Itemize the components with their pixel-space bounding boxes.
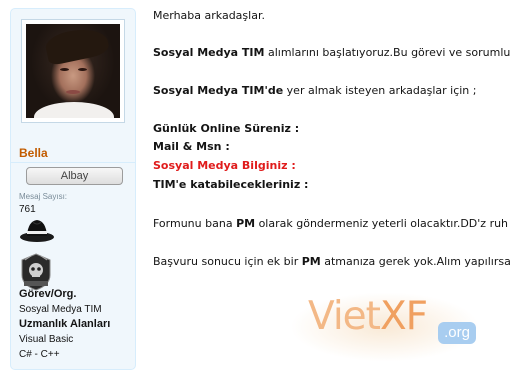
form-field-mail-msn: Mail & Msn : — [153, 140, 230, 153]
greeting-line: Merhaba arkadaşlar. — [153, 9, 265, 22]
invitation-text: yer almak isteyen arkadaşlar için ; — [283, 84, 477, 97]
form-instruction-pm: PM — [236, 217, 256, 230]
form-field-contribution: TIM'e katabilecekleriniz : — [153, 178, 309, 191]
announcement-line: Sosyal Medya TIM alımlarını başlatıyoruz… — [153, 46, 510, 59]
field-title-expertise: Uzmanlık Alanları — [19, 318, 111, 330]
form-instruction-text-2: olarak göndermeniz yeterli olacaktır.DD'… — [255, 217, 509, 230]
form-field-social-media: Sosyal Medya Bilginiz : — [153, 159, 296, 172]
form-instruction-text-1: Formunu bana — [153, 217, 237, 230]
avatar-image — [26, 24, 120, 118]
application-note-text-1: Başvuru sonucu için ek bir — [153, 255, 302, 268]
user-info-panel: Bella Albay Mesaj Sayısı: 761 Görev/Org.… — [10, 8, 136, 370]
application-note-line: Başvuru sonucu için ek bir PM atmanıza g… — [153, 255, 511, 268]
field-title-role: Görev/Org. — [19, 288, 77, 300]
field-value-role: Sosyal Medya TIM — [19, 304, 102, 315]
message-count: 761 — [19, 204, 36, 215]
form-field-online-time: Günlük Online Süreniz : — [153, 122, 300, 135]
announcement-bold: Sosyal Medya TIM — [153, 46, 265, 59]
field-value-expertise-2: C# - C++ — [19, 349, 60, 360]
message-count-label: Mesaj Sayısı: — [19, 192, 68, 201]
avatar[interactable] — [21, 19, 125, 123]
site-watermark: VietXF .org — [290, 282, 490, 372]
rank-badge: Albay — [26, 167, 123, 185]
watermark-tld: .org — [438, 322, 476, 344]
invitation-line: Sosyal Medya TIM'de yer almak isteyen ar… — [153, 84, 476, 97]
form-instruction-line: Formunu bana PM olarak göndermeniz yeter… — [153, 217, 508, 230]
skull-emblem-icon — [21, 253, 51, 291]
invitation-bold: Sosyal Medya TIM'de — [153, 84, 284, 97]
divider — [11, 162, 135, 163]
fedora-hat-icon — [20, 220, 54, 242]
watermark-logo: VietXF — [308, 294, 428, 339]
application-note-pm: PM — [301, 255, 321, 268]
announcement-text: alımlarını başlatıyoruz.Bu görevi ve sor… — [264, 46, 511, 59]
application-note-text-2: atmanıza gerek yok.Alım yapılırsa — [320, 255, 511, 268]
username-link[interactable]: Bella — [19, 146, 48, 160]
field-value-expertise-1: Visual Basic — [19, 334, 74, 345]
